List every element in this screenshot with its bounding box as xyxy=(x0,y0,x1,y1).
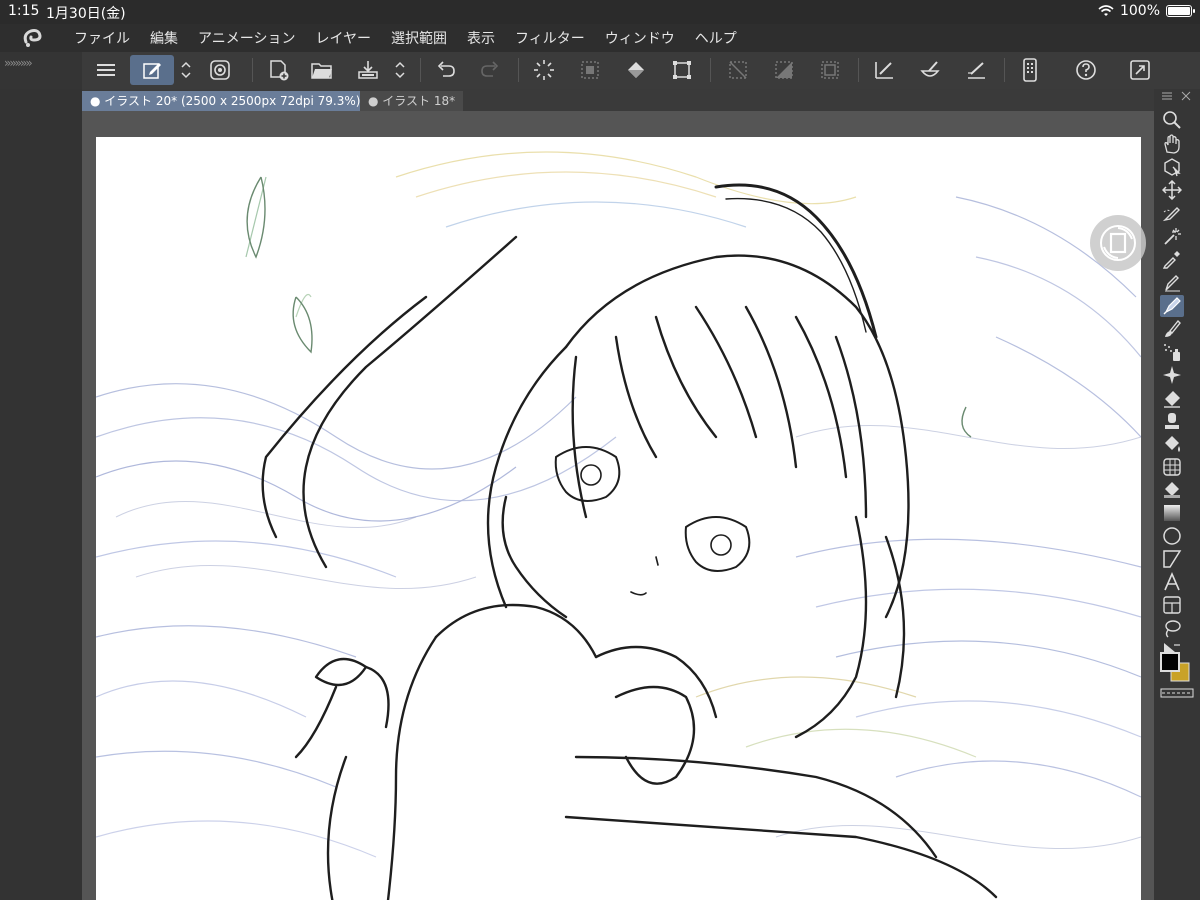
menu-animation[interactable]: アニメーション xyxy=(188,28,305,48)
chevron-updown-icon[interactable] xyxy=(176,55,196,85)
panel-header xyxy=(1154,89,1200,103)
tab-illust-18[interactable]: ● イラスト 18* xyxy=(360,91,464,111)
menu-filter[interactable]: フィルター xyxy=(505,28,595,48)
color-swatches[interactable] xyxy=(1158,649,1192,687)
menu-help[interactable]: ヘルプ xyxy=(685,28,747,48)
transparent-color-swatch[interactable] xyxy=(1160,687,1194,699)
pencil-tool-icon[interactable] xyxy=(1160,295,1184,317)
drawing-canvas[interactable] xyxy=(95,137,1142,900)
grid-tool-icon[interactable] xyxy=(1160,456,1184,478)
airbrush-tool-icon[interactable] xyxy=(1160,341,1184,363)
menu-view[interactable]: 表示 xyxy=(457,28,505,48)
fill-tool-icon[interactable] xyxy=(1160,433,1184,455)
smartphone-connect-icon[interactable] xyxy=(1014,55,1046,85)
text-tool-icon[interactable] xyxy=(1160,571,1184,593)
ios-status-bar: 1:15 1月30日(金) 100% xyxy=(0,0,1200,24)
menu-window[interactable]: ウィンドウ xyxy=(595,28,685,48)
decoration-tool-icon[interactable] xyxy=(1160,364,1184,386)
zoom-tool-icon[interactable] xyxy=(1160,109,1184,131)
save-icon[interactable] xyxy=(352,55,384,85)
tab-label: イラスト 20* (2500 x 2500px 72dpi 79.3%) xyxy=(104,94,361,108)
undo-icon[interactable] xyxy=(430,55,462,85)
tool-palette xyxy=(1154,89,1200,900)
fullscreen-icon[interactable] xyxy=(1124,55,1156,85)
canvas-tab-bar: ● イラスト 20* (2500 x 2500px 72dpi 79.3%) ●… xyxy=(82,89,1154,111)
frame-tool-icon[interactable] xyxy=(1160,548,1184,570)
fill-icon[interactable] xyxy=(620,55,652,85)
redo-icon[interactable] xyxy=(474,55,506,85)
chevron-updown-icon[interactable] xyxy=(390,55,410,85)
canvas-area[interactable] xyxy=(82,111,1154,900)
selection-pen-tool-icon[interactable] xyxy=(1160,202,1184,224)
dock-expand-arrows[interactable]: »»»»» xyxy=(0,52,82,89)
gradient-tool-icon[interactable] xyxy=(1160,502,1184,524)
selection-border-icon[interactable] xyxy=(814,55,846,85)
sketch-artwork xyxy=(95,151,1142,900)
rotate-icon xyxy=(1100,225,1136,261)
object-tool-icon[interactable] xyxy=(1160,156,1184,178)
special-ruler-icon[interactable] xyxy=(914,55,946,85)
eraser-tool-icon[interactable] xyxy=(1160,387,1184,409)
hand-tool-icon[interactable] xyxy=(1160,133,1184,155)
companion-mode-icon[interactable] xyxy=(204,55,236,85)
wifi-icon xyxy=(1098,5,1114,16)
command-bar: »»»»» xyxy=(0,52,1200,90)
app-logo-icon[interactable] xyxy=(0,28,64,48)
menu-file[interactable]: ファイル xyxy=(64,28,140,48)
status-date: 1月30日(金) xyxy=(46,6,126,22)
left-dock xyxy=(0,89,82,900)
menu-layer[interactable]: レイヤー xyxy=(305,28,381,48)
menu-edit[interactable]: 編集 xyxy=(140,28,188,48)
transform-icon[interactable] xyxy=(666,55,698,85)
menu-selection[interactable]: 選択範囲 xyxy=(381,28,457,48)
battery-percent: 100% xyxy=(1119,3,1160,19)
gradient-fill-tool-icon[interactable] xyxy=(1160,479,1184,501)
edit-mode-icon[interactable] xyxy=(130,55,174,85)
tab-label: イラスト 18* xyxy=(382,94,456,108)
blend-tool-icon[interactable] xyxy=(1160,410,1184,432)
deselect-icon[interactable] xyxy=(574,55,606,85)
auto-select-tool-icon[interactable] xyxy=(1160,225,1184,247)
grid-snap-icon[interactable] xyxy=(960,55,992,85)
invert-selection-icon[interactable] xyxy=(768,55,800,85)
ruler-snap-icon[interactable] xyxy=(868,55,900,85)
help-icon[interactable] xyxy=(1070,55,1102,85)
status-time: 1:15 xyxy=(8,3,40,19)
battery-icon xyxy=(1166,5,1195,17)
main-color-swatch xyxy=(1160,652,1180,672)
new-canvas-icon[interactable] xyxy=(262,55,294,85)
clear-selection-icon[interactable] xyxy=(722,55,754,85)
shape-tool-icon[interactable] xyxy=(1160,525,1184,547)
hamburger-menu-icon[interactable] xyxy=(90,55,122,85)
tab-illust-20[interactable]: ● イラスト 20* (2500 x 2500px 72dpi 79.3%) xyxy=(82,91,369,111)
lasso-tool-icon[interactable] xyxy=(1160,617,1184,639)
eyedropper-tool-icon[interactable] xyxy=(1160,248,1184,270)
pen-tool-icon[interactable] xyxy=(1160,271,1184,293)
select-all-icon[interactable] xyxy=(528,55,560,85)
brush-tool-icon[interactable] xyxy=(1160,318,1184,340)
menu-bar: ファイル 編集 アニメーション レイヤー 選択範囲 表示 フィルター ウィンドウ… xyxy=(0,24,1200,52)
rotate-canvas-button[interactable] xyxy=(1090,215,1146,271)
balloon-tool-icon[interactable] xyxy=(1160,594,1184,616)
move-tool-icon[interactable] xyxy=(1160,179,1184,201)
status-right: 100% xyxy=(1098,3,1195,19)
open-folder-icon[interactable] xyxy=(306,55,338,85)
